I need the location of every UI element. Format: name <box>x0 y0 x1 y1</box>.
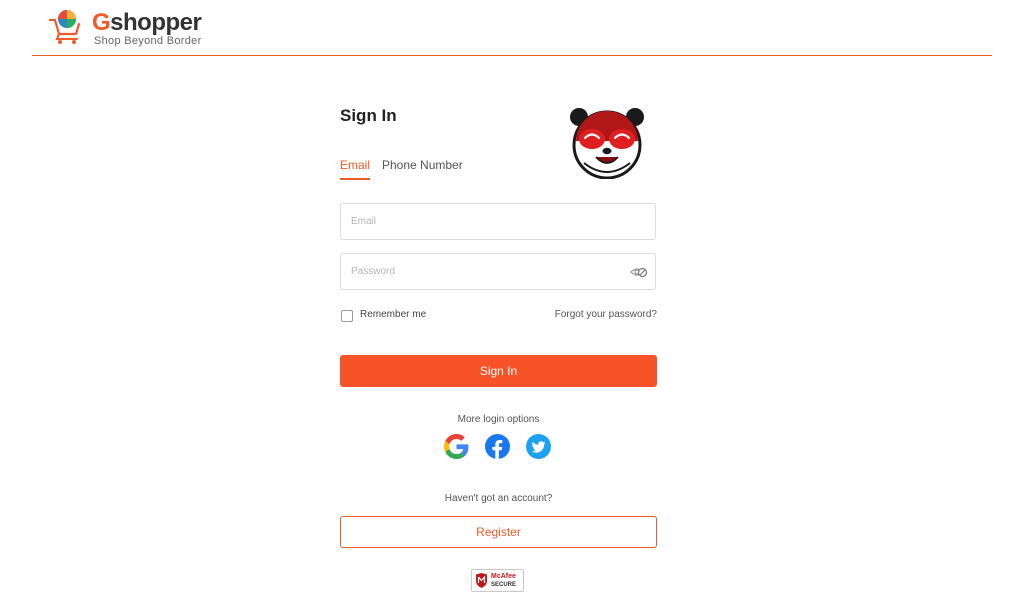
mcafee-shield-icon <box>476 573 487 588</box>
logo-tagline: Shop Beyond Border <box>94 35 202 47</box>
password-input[interactable] <box>351 254 621 289</box>
password-field-box <box>340 253 656 290</box>
remember-me-label: Remember me <box>360 309 427 320</box>
google-icon[interactable] <box>444 434 469 459</box>
eye-hidden-icon[interactable] <box>630 264 648 280</box>
mcafee-secure-text: SECURE <box>491 582 517 588</box>
mcafee-secure-badge[interactable]: McAfee SECURE <box>471 569 524 592</box>
signin-button[interactable]: Sign In <box>340 355 657 387</box>
tab-email[interactable]: Email <box>340 158 371 180</box>
header-divider <box>32 55 992 56</box>
page-title: Sign In <box>340 106 397 125</box>
site-logo[interactable]: Gshopper Shop Beyond Border <box>48 8 228 48</box>
header: Gshopper Shop Beyond Border <box>0 0 1024 57</box>
twitter-icon[interactable] <box>526 434 551 459</box>
more-login-options-label: More login options <box>457 414 540 425</box>
facebook-icon[interactable] <box>485 434 510 459</box>
signin-panel: Sign In Email Phone Number Email Remembe… <box>340 100 658 600</box>
mcafee-brand-text: McAfee <box>491 573 516 580</box>
remember-me-checkbox[interactable] <box>341 310 353 322</box>
register-button[interactable]: Register <box>340 516 657 548</box>
logo-wordmark-prefix: G <box>92 9 111 36</box>
panda-mascot-icon <box>570 108 644 179</box>
logo-wordmark: Gshopper <box>92 9 202 36</box>
tab-phone-number[interactable]: Phone Number <box>382 158 463 180</box>
page: Gshopper Shop Beyond Border Sign In Emai… <box>0 0 1024 608</box>
logo-wordmark-rest: shopper <box>110 9 202 36</box>
email-field-box <box>340 203 656 240</box>
no-account-prompt: Haven't got an account? <box>444 493 553 504</box>
forgot-password-link[interactable]: Forgot your password? <box>555 309 657 320</box>
cart-globe-icon <box>48 10 81 44</box>
email-input[interactable] <box>351 204 621 239</box>
